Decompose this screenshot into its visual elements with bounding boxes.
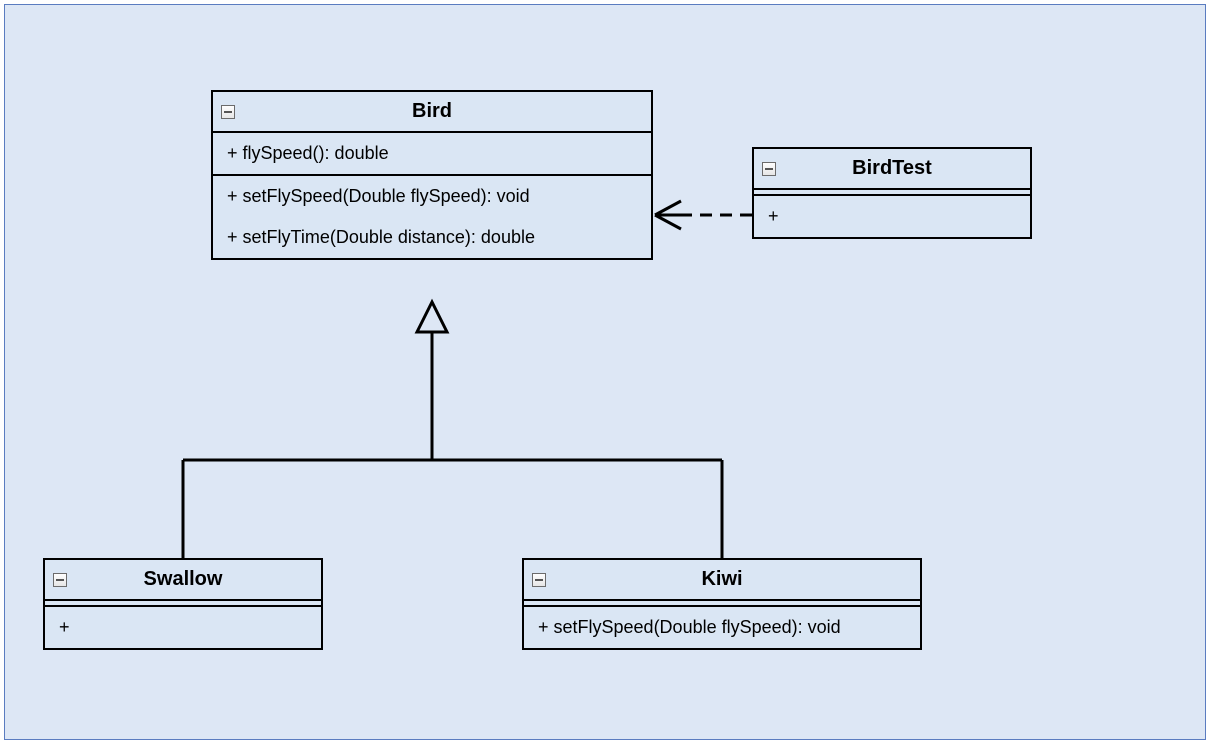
- class-bird-methods: + setFlySpeed(Double flySpeed): void + s…: [213, 176, 651, 258]
- class-kiwi-methods: + setFlySpeed(Double flySpeed): void: [524, 607, 920, 648]
- method-row: +: [754, 196, 1030, 237]
- dependency-arrowhead: [655, 201, 681, 229]
- collapse-icon[interactable]: [221, 105, 235, 119]
- class-swallow[interactable]: Swallow +: [43, 558, 323, 650]
- diagram-canvas: Bird + flySpeed(): double + setFlySpeed(…: [4, 4, 1206, 740]
- class-bird[interactable]: Bird + flySpeed(): double + setFlySpeed(…: [211, 90, 653, 260]
- class-kiwi-header: Kiwi: [524, 560, 920, 601]
- attribute-row: + flySpeed(): double: [213, 133, 651, 174]
- class-bird-attributes: + flySpeed(): double: [213, 133, 651, 176]
- method-row: + setFlyTime(Double distance): double: [213, 217, 651, 258]
- collapse-icon[interactable]: [762, 162, 776, 176]
- method-row: +: [45, 607, 321, 648]
- method-row: + setFlySpeed(Double flySpeed): void: [524, 607, 920, 648]
- class-birdtest-name: BirdTest: [852, 157, 932, 179]
- class-bird-header: Bird: [213, 92, 651, 133]
- class-bird-name: Bird: [412, 100, 452, 122]
- class-birdtest-methods: +: [754, 196, 1030, 237]
- class-kiwi[interactable]: Kiwi + setFlySpeed(Double flySpeed): voi…: [522, 558, 922, 650]
- method-row: + setFlySpeed(Double flySpeed): void: [213, 176, 651, 217]
- class-swallow-header: Swallow: [45, 560, 321, 601]
- class-swallow-name: Swallow: [144, 568, 223, 590]
- collapse-icon[interactable]: [532, 573, 546, 587]
- class-swallow-methods: +: [45, 607, 321, 648]
- class-kiwi-name: Kiwi: [701, 568, 742, 590]
- class-birdtest[interactable]: BirdTest +: [752, 147, 1032, 239]
- collapse-icon[interactable]: [53, 573, 67, 587]
- generalization-arrowhead: [417, 302, 447, 332]
- class-birdtest-header: BirdTest: [754, 149, 1030, 190]
